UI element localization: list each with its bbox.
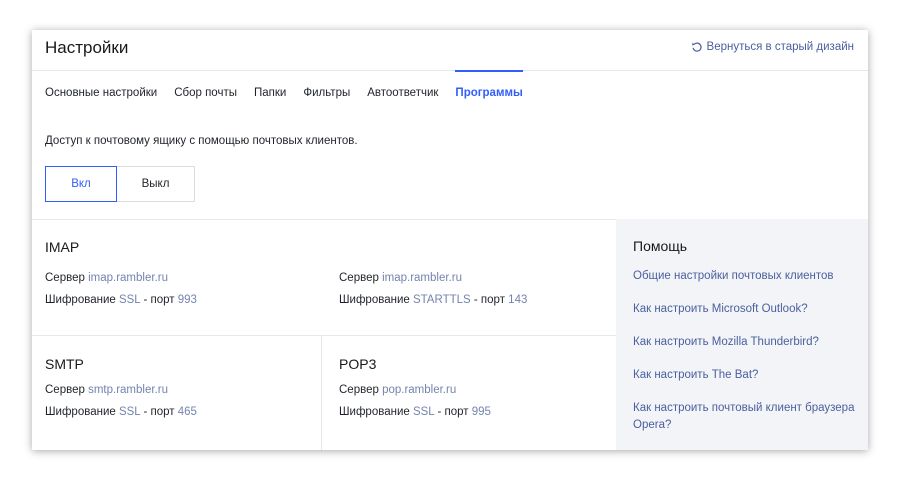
- header: Настройки Вернуться в старый дизайн: [32, 30, 868, 71]
- encryption-label: Шифрование: [45, 294, 116, 306]
- imap-port-value-2: 143: [508, 294, 528, 306]
- help-link-outlook[interactable]: Как настроить Microsoft Outlook?: [633, 301, 858, 318]
- smtp-title: SMTP: [45, 356, 84, 372]
- smtp-encryption-line: Шифрование SSL - порт 465: [45, 406, 197, 418]
- server-label: Сервер: [45, 384, 85, 396]
- tab-filters[interactable]: Фильтры: [303, 70, 350, 110]
- toggle-off-button[interactable]: Выкл: [117, 166, 195, 202]
- server-label: Сервер: [45, 272, 85, 284]
- smtp-server-line: Сервер smtp.rambler.ru: [45, 384, 168, 396]
- imap-title: IMAP: [45, 239, 80, 255]
- pop3-port-value: 995: [471, 406, 491, 418]
- access-description: Доступ к почтовому ящику с помощью почто…: [45, 135, 358, 147]
- imap-server-line-2: Сервер imap.rambler.ru: [339, 272, 462, 284]
- help-link-the-bat[interactable]: Как настроить The Bat?: [633, 367, 858, 384]
- divider: [321, 336, 322, 450]
- port-separator: - порт: [143, 294, 175, 306]
- tab-programs[interactable]: Программы: [455, 70, 524, 110]
- help-link-general[interactable]: Общие настройки почтовых клиентов: [633, 268, 858, 285]
- imap-encryption-line: Шифрование SSL - порт 993: [45, 294, 197, 306]
- pop3-server-value: pop.rambler.ru: [382, 384, 457, 396]
- imap-server-line: Сервер imap.rambler.ru: [45, 272, 168, 284]
- port-separator: - порт: [437, 406, 469, 418]
- smtp-encryption-value: SSL: [118, 406, 141, 418]
- port-separator: - порт: [473, 294, 505, 306]
- help-link-opera[interactable]: Как настроить почтовый клиент браузера O…: [633, 400, 858, 434]
- help-panel: Помощь Общие настройки почтовых клиентов…: [616, 219, 868, 450]
- imap-encryption-line-2: Шифрование STARTTLS - порт 143: [339, 294, 527, 306]
- imap-encryption-value: SSL: [118, 294, 141, 306]
- port-separator: - порт: [143, 406, 175, 418]
- divider: [32, 219, 616, 220]
- access-toggle: Вкл Выкл: [45, 166, 195, 202]
- settings-card: Настройки Вернуться в старый дизайн Осно…: [32, 30, 868, 450]
- server-label: Сервер: [339, 272, 379, 284]
- tab-folders[interactable]: Папки: [254, 70, 286, 110]
- help-title: Помощь: [633, 238, 688, 254]
- settings-tabs: Основные настройки Сбор почты Папки Филь…: [45, 70, 540, 110]
- server-label: Сервер: [339, 384, 379, 396]
- smtp-server-value: smtp.rambler.ru: [88, 384, 168, 396]
- imap-server-value-2: imap.rambler.ru: [382, 272, 462, 284]
- undo-icon: [691, 42, 702, 52]
- old-design-link[interactable]: Вернуться в старый дизайн: [691, 41, 854, 53]
- toggle-on-button[interactable]: Вкл: [45, 166, 117, 202]
- pop3-title: POP3: [339, 356, 377, 372]
- encryption-label: Шифрование: [339, 406, 410, 418]
- imap-port-value: 993: [177, 294, 197, 306]
- pop3-server-line: Сервер pop.rambler.ru: [339, 384, 456, 396]
- tab-general[interactable]: Основные настройки: [45, 70, 157, 110]
- pop3-encryption-line: Шифрование SSL - порт 995: [339, 406, 491, 418]
- help-link-thunderbird[interactable]: Как настроить Mozilla Thunderbird?: [633, 334, 858, 351]
- encryption-label: Шифрование: [45, 406, 116, 418]
- tab-mail-collection[interactable]: Сбор почты: [174, 70, 237, 110]
- encryption-label: Шифрование: [339, 294, 410, 306]
- tab-autoresponder[interactable]: Автоответчик: [367, 70, 438, 110]
- old-design-label: Вернуться в старый дизайн: [706, 41, 854, 53]
- smtp-port-value: 465: [177, 406, 197, 418]
- imap-encryption-value-2: STARTTLS: [412, 294, 471, 306]
- divider: [32, 335, 616, 336]
- page-title: Настройки: [45, 38, 129, 57]
- imap-server-value: imap.rambler.ru: [88, 272, 168, 284]
- pop3-encryption-value: SSL: [412, 406, 435, 418]
